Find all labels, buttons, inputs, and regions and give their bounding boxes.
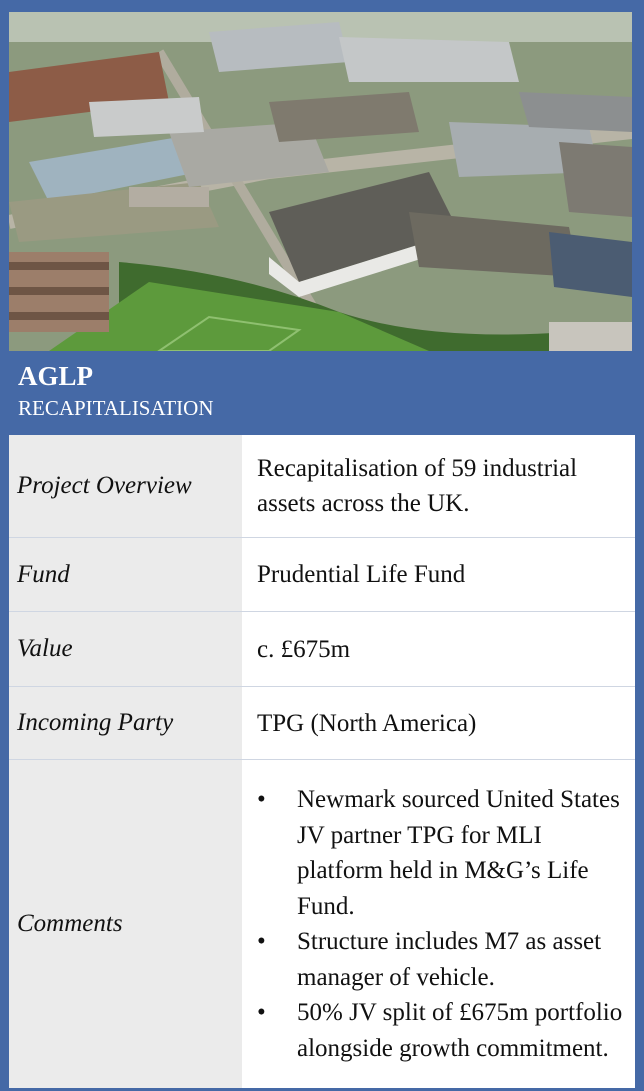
row-label: Fund [9, 538, 242, 611]
project-title: AGLP [18, 361, 94, 391]
list-item: Structure includes M7 as asset manager o… [257, 924, 629, 995]
project-subtitle: RECAPITALISATION [18, 396, 214, 420]
project-header: AGLP RECAPITALISATION [18, 360, 628, 422]
row-label: Project Overview [9, 435, 242, 537]
table-row-project-overview: Project Overview Recapitalisation of 59 … [9, 435, 635, 537]
table-row-incoming-party: Incoming Party TPG (North America) [9, 686, 635, 759]
row-label: Comments [9, 760, 242, 1088]
list-item: 50% JV split of £675m portfolio alongsid… [257, 995, 629, 1066]
row-label: Value [9, 612, 242, 686]
list-item: Newmark sourced United States JV partner… [257, 782, 629, 924]
comments-list: Newmark sourced United States JV partner… [257, 782, 629, 1066]
table-row-value: Value c. £675m [9, 611, 635, 686]
row-value: c. £675m [242, 612, 635, 686]
table-row-fund: Fund Prudential Life Fund [9, 537, 635, 611]
row-value: TPG (North America) [242, 687, 635, 759]
row-value: Newmark sourced United States JV partner… [242, 760, 635, 1088]
row-value: Prudential Life Fund [242, 538, 635, 611]
aerial-industrial-estate-image [9, 12, 632, 351]
table-row-comments: Comments Newmark sourced United States J… [9, 759, 635, 1088]
deal-details-table: Project Overview Recapitalisation of 59 … [9, 435, 635, 1088]
row-label: Incoming Party [9, 687, 242, 759]
row-value: Recapitalisation of 59 industrial assets… [242, 435, 635, 537]
deal-card: AGLP RECAPITALISATION Project Overview R… [0, 0, 644, 1091]
